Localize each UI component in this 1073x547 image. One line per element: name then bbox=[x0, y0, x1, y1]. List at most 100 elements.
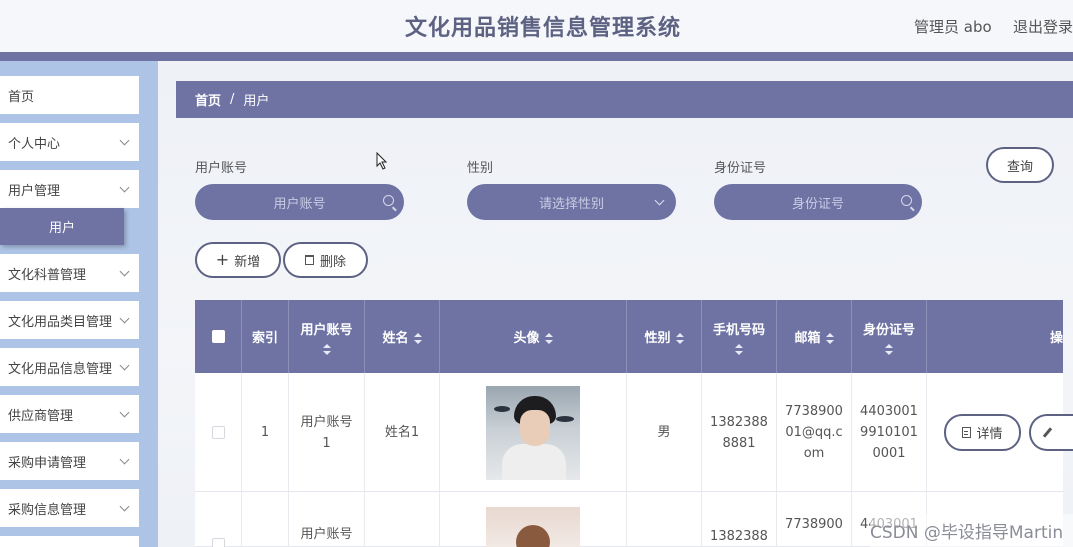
gender-cell: 男 bbox=[627, 373, 702, 492]
header-accent-bar bbox=[0, 52, 1073, 61]
logout-link[interactable]: 退出登录 bbox=[1013, 16, 1073, 37]
detail-label: 详情 bbox=[976, 427, 1003, 442]
sidebar-item-label: 采购申请管理 bbox=[8, 455, 87, 471]
row-checkbox[interactable] bbox=[211, 426, 225, 439]
column-header-gender[interactable]: 性别 bbox=[627, 300, 702, 373]
idcard-cell: 440300199101010001 bbox=[852, 373, 927, 492]
plus-icon: + bbox=[215, 250, 230, 269]
query-button[interactable]: 查询 bbox=[986, 147, 1054, 183]
sidebar-item-label: 文化科普管理 bbox=[8, 267, 87, 283]
sort-icon[interactable] bbox=[675, 333, 684, 344]
gender-label: 性别 bbox=[467, 161, 494, 176]
document-icon bbox=[962, 427, 972, 438]
column-label: 用户账号 bbox=[300, 322, 353, 338]
account-placeholder: 用户账号 bbox=[273, 196, 326, 212]
account-search-input[interactable]: 用户账号 bbox=[195, 184, 404, 220]
detail-button[interactable]: 详情 bbox=[944, 414, 1021, 451]
column-label: 操 bbox=[1049, 331, 1063, 346]
sidebar-item-supplier[interactable]: 供应商管理 bbox=[0, 395, 139, 433]
gender-placeholder: 请选择性别 bbox=[538, 196, 604, 212]
sidebar-item-more[interactable] bbox=[0, 536, 139, 547]
chevron-down-icon bbox=[119, 501, 130, 512]
breadcrumb: 首页 / 用户 bbox=[176, 81, 1073, 118]
column-header-index: 索引 bbox=[242, 300, 289, 373]
watermark: CSDN @毕设指导Martin bbox=[870, 514, 1073, 547]
column-label: 手机号码 bbox=[712, 322, 765, 338]
column-header-email[interactable]: 邮箱 bbox=[777, 300, 852, 373]
delete-label: 删除 bbox=[319, 254, 346, 270]
gender-select[interactable]: 请选择性别 bbox=[467, 184, 676, 220]
sort-icon[interactable] bbox=[544, 333, 553, 344]
chevron-down-icon bbox=[119, 266, 130, 277]
select-all-checkbox[interactable] bbox=[211, 330, 225, 343]
sidebar-item-category[interactable]: 文化用品类目管理 bbox=[0, 301, 139, 339]
chevron-down-icon bbox=[119, 182, 130, 193]
current-user: 管理员 abo bbox=[914, 18, 992, 36]
column-header-name[interactable]: 姓名 bbox=[365, 300, 440, 373]
idcard-search-input[interactable]: 身份证号 bbox=[714, 184, 922, 220]
row-select-cell bbox=[195, 492, 242, 547]
column-header-account[interactable]: 用户账号 bbox=[289, 300, 365, 373]
name-cell: 姓名1 bbox=[365, 373, 440, 492]
column-header-idcard[interactable]: 身份证号 bbox=[852, 300, 927, 373]
column-label: 邮箱 bbox=[794, 331, 821, 346]
breadcrumb-current: 用户 bbox=[243, 94, 270, 109]
edit-button[interactable] bbox=[1029, 414, 1073, 451]
idcard-label: 身份证号 bbox=[714, 161, 767, 176]
sort-icon[interactable] bbox=[735, 343, 743, 355]
chevron-down-icon bbox=[654, 195, 665, 206]
sidebar-item-product-info[interactable]: 文化用品信息管理 bbox=[0, 348, 139, 386]
sort-icon[interactable] bbox=[322, 343, 331, 355]
gender-cell bbox=[627, 492, 702, 547]
chevron-down-icon bbox=[119, 454, 130, 465]
chevron-down-icon bbox=[119, 360, 130, 371]
breadcrumb-separator: / bbox=[230, 92, 235, 107]
sort-icon[interactable] bbox=[825, 333, 834, 344]
trash-icon bbox=[304, 255, 314, 265]
index-cell bbox=[242, 492, 289, 547]
sidebar-item-purchase-request[interactable]: 采购申请管理 bbox=[0, 442, 139, 480]
chevron-down-icon bbox=[119, 407, 130, 418]
chevron-down-icon bbox=[119, 313, 130, 324]
add-button[interactable]: + 新增 bbox=[195, 242, 281, 278]
sidebar-item-purchase-info[interactable]: 采购信息管理 bbox=[0, 489, 139, 527]
account-cell: 用户账号1 bbox=[289, 373, 365, 492]
account-label: 用户账号 bbox=[195, 161, 248, 176]
sidebar-item-home[interactable]: 首页 bbox=[0, 76, 139, 114]
search-icon bbox=[383, 195, 394, 206]
sidebar-item-label: 个人中心 bbox=[8, 136, 61, 152]
breadcrumb-home[interactable]: 首页 bbox=[195, 90, 221, 109]
avatar[interactable] bbox=[486, 385, 580, 480]
delete-button[interactable]: 删除 bbox=[283, 242, 368, 278]
column-label: 身份证号 bbox=[862, 322, 915, 338]
row-checkbox[interactable] bbox=[211, 538, 225, 547]
idcard-placeholder: 身份证号 bbox=[791, 196, 844, 212]
index-cell: 1 bbox=[242, 373, 289, 492]
phone-cell: 1382388 bbox=[702, 492, 777, 547]
avatar-cell bbox=[440, 373, 627, 492]
search-icon bbox=[901, 195, 912, 206]
sidebar-subitem-users[interactable]: 用户 bbox=[0, 208, 124, 245]
sort-icon[interactable] bbox=[413, 333, 422, 344]
app-title: 文化用品销售信息管理系统 bbox=[404, 16, 681, 41]
sidebar-item-user-management[interactable]: 用户管理 bbox=[0, 170, 139, 208]
column-header-actions: 操 bbox=[927, 300, 1063, 373]
avatar[interactable] bbox=[486, 507, 580, 547]
sidebar-item-label: 文化用品类目管理 bbox=[8, 314, 113, 330]
pencil-icon bbox=[1042, 427, 1053, 438]
sidebar-item-culture-science[interactable]: 文化科普管理 bbox=[0, 254, 139, 292]
sidebar-item-profile[interactable]: 个人中心 bbox=[0, 123, 139, 161]
row-select-cell bbox=[195, 373, 242, 492]
column-label: 头像 bbox=[513, 331, 540, 346]
sidebar-item-label: 采购信息管理 bbox=[8, 502, 87, 518]
sidebar-item-label: 文化用品信息管理 bbox=[8, 361, 113, 377]
column-label: 性别 bbox=[644, 331, 671, 346]
sidebar-item-label: 用户管理 bbox=[8, 183, 61, 199]
avatar-cell bbox=[440, 492, 627, 547]
column-header-avatar[interactable]: 头像 bbox=[440, 300, 627, 373]
sidebar-item-label: 首页 bbox=[8, 89, 35, 105]
sidebar-item-label: 供应商管理 bbox=[8, 408, 74, 424]
sort-icon[interactable] bbox=[885, 343, 893, 355]
column-header-phone[interactable]: 手机号码 bbox=[702, 300, 777, 373]
chevron-down-icon bbox=[119, 135, 130, 146]
